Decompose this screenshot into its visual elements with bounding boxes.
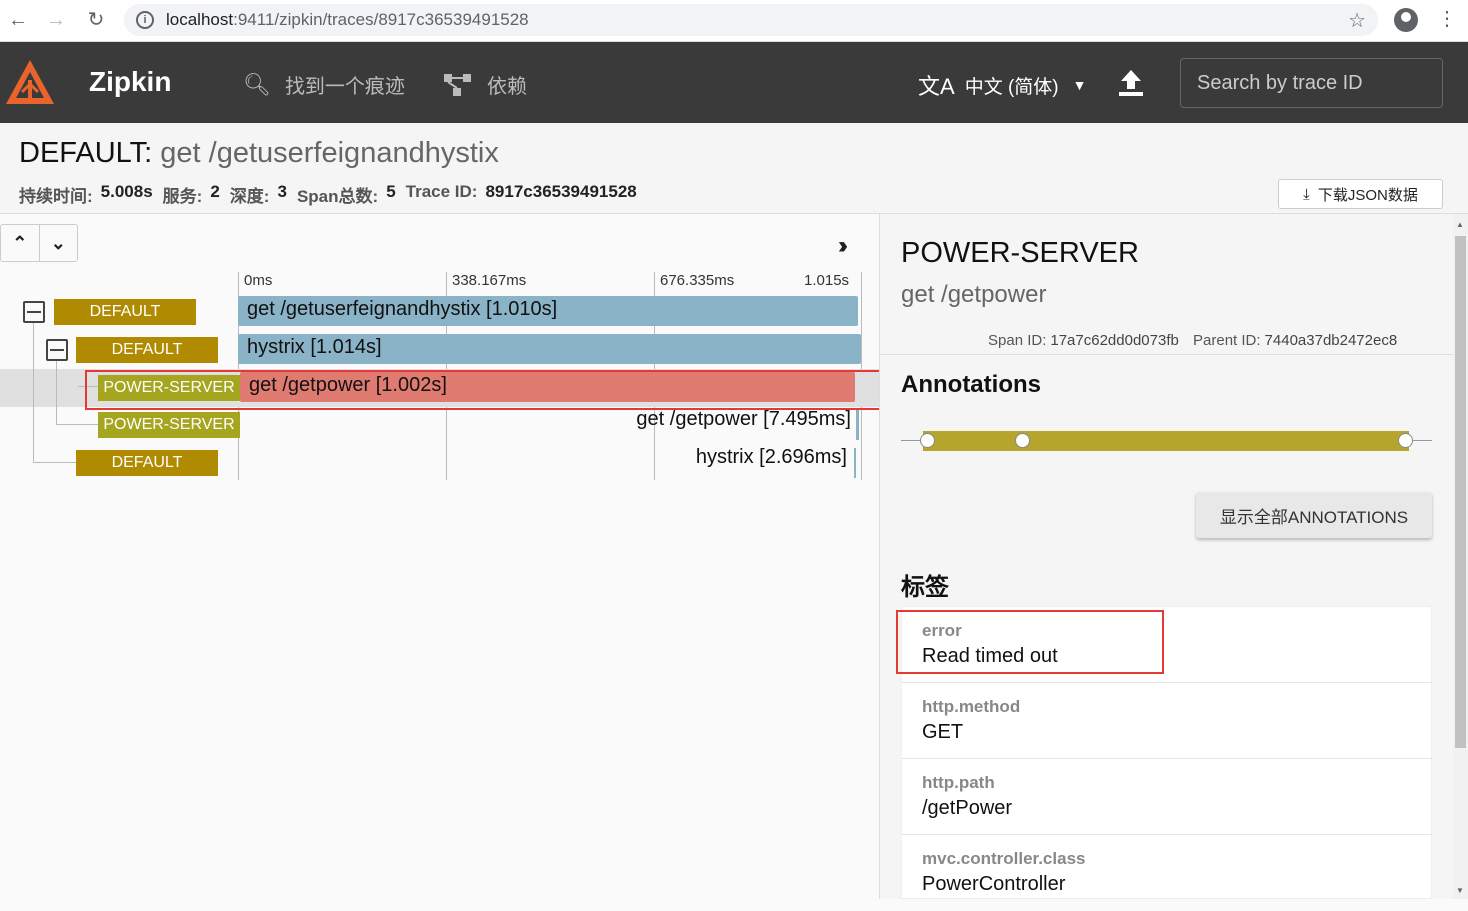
tag-key: mvc.controller.class [922, 849, 1086, 868]
browser-toolbar: ← → ↻ i localhost:9411/zipkin/traces/891… [0, 0, 1468, 42]
tag-key: http.method [922, 697, 1021, 716]
nav-find-trace[interactable]: 🔍︎ 找到一个痕迹 [243, 70, 405, 99]
parent-id-value: 7440a37db2472ec8 [1264, 332, 1398, 349]
depth-label: 深度: [229, 187, 270, 206]
chevron-down-icon[interactable]: ⌄ [40, 225, 78, 261]
tag-row: http.path /getPower [902, 759, 1433, 835]
detail-service-name: POWER-SERVER [901, 237, 1139, 269]
services-value: 2 [210, 182, 220, 201]
reload-icon[interactable]: ↻ [84, 8, 108, 32]
url-text[interactable]: localhost:9411/zipkin/traces/8917c365394… [166, 10, 529, 30]
span-id-label: Span ID: [988, 332, 1047, 349]
trace-id-search-input[interactable] [1180, 58, 1443, 108]
annotation-point[interactable] [1015, 433, 1030, 448]
service-badge[interactable]: DEFAULT [76, 337, 218, 363]
row-nav-buttons: ⌃ ⌄ [0, 224, 78, 262]
scroll-up-icon[interactable]: ▲ [1456, 220, 1464, 229]
detail-scrollbar[interactable]: ▲ ▼ [1453, 214, 1468, 899]
timeline-ticks: 0ms 338.167ms 676.335ms 1.015s [238, 272, 862, 480]
depth-value: 3 [277, 182, 287, 201]
parent-id-label: Parent ID: [1193, 332, 1261, 349]
service-badge[interactable]: POWER-SERVER [98, 412, 240, 438]
tag-value: /getPower [922, 797, 1013, 819]
spans-value: 5 [386, 182, 396, 201]
show-all-annotations-button[interactable]: 显示全部ANNOTATIONS [1196, 492, 1432, 538]
download-icon: ⤓ [1303, 185, 1310, 203]
tree-line [56, 360, 57, 424]
chevron-up-icon[interactable]: ⌃ [1, 225, 40, 261]
span-bar[interactable] [854, 448, 856, 478]
service-badge[interactable]: DEFAULT [54, 299, 196, 325]
highlight-box [85, 370, 886, 410]
annotations-heading: Annotations [901, 371, 1041, 398]
back-icon[interactable]: ← [6, 8, 30, 32]
brand-name[interactable]: Zipkin [89, 66, 171, 98]
tree-line [56, 424, 100, 425]
divider [880, 354, 1453, 355]
scroll-down-icon[interactable]: ▼ [1456, 886, 1464, 895]
duration-value: 5.008s [100, 182, 153, 201]
span-id-value: 17a7c62dd0d073fb [1050, 332, 1179, 349]
annotation-bar [923, 431, 1409, 451]
trace-meta: 持续时间: 5.008s 服务: 2 深度: 3 Span总数: 5 Trace ID:… [19, 182, 647, 207]
info-icon[interactable]: i [136, 11, 154, 29]
bookmark-star-icon[interactable]: ☆ [1348, 8, 1366, 33]
services-label: 服务: [162, 187, 203, 206]
error-tag-highlight [896, 610, 1164, 674]
annotation-point[interactable] [1398, 433, 1413, 448]
detail-span-name: get /getpower [901, 281, 1047, 308]
tag-row: mvc.controller.class PowerController [902, 835, 1433, 911]
span-bar[interactable]: get /getuserfeignandhystix [1.010s] [238, 296, 858, 326]
trace-summary: DEFAULT: get /getuserfeignandhystix 持续时间… [0, 123, 1468, 214]
annotation-point[interactable] [920, 433, 935, 448]
tree-line [33, 462, 77, 463]
address-bar[interactable]: i localhost:9411/zipkin/traces/8917c3653… [124, 4, 1378, 36]
upload-icon[interactable] [1116, 68, 1146, 98]
tags-heading: 标签 [901, 574, 949, 601]
scrollbar-thumb[interactable] [1455, 236, 1466, 748]
trace-id-value: 8917c36539491528 [485, 182, 637, 201]
trace-title: DEFAULT: get /getuserfeignandhystix [19, 137, 499, 170]
trace-root-service: DEFAULT: [19, 137, 153, 169]
dependencies-icon [444, 73, 471, 96]
tag-row: http.method GET [902, 683, 1433, 759]
spans-label: Span总数: [296, 187, 379, 206]
language-label: 中文 (简体) [964, 76, 1059, 98]
download-json-button[interactable]: ⤓ 下载JSON数据 [1278, 179, 1443, 209]
double-chevron-right-icon[interactable]: ›› [838, 232, 848, 260]
zipkin-logo-icon[interactable] [4, 58, 56, 110]
tag-value: PowerController [922, 873, 1066, 895]
span-label[interactable]: get /getpower [7.495ms] [560, 408, 851, 431]
duration-label: 持续时间: [19, 187, 93, 206]
search-icon: 🔍︎ [243, 71, 271, 97]
more-menu-icon[interactable]: ⋮ [1437, 8, 1457, 30]
app-header: Zipkin 🔍︎ 找到一个痕迹 依赖 文A 中文 (简体) ▼ [0, 42, 1468, 123]
detail-ids: Span ID: 17a7c62dd0d073fb Parent ID: 7440a… [988, 332, 1397, 349]
collapse-toggle[interactable] [23, 301, 45, 323]
span-label[interactable]: hystrix [2.696ms] [560, 446, 847, 469]
forward-icon[interactable]: → [44, 8, 68, 32]
span-bar[interactable]: hystrix [1.014s] [238, 334, 861, 364]
translate-icon: 文A [918, 74, 955, 99]
trace-root-span: get /getuserfeignandhystix [152, 137, 499, 169]
nav-dependencies[interactable]: 依赖 [443, 70, 527, 99]
language-selector[interactable]: 文A 中文 (简体) ▼ [918, 69, 1086, 101]
service-badge[interactable]: DEFAULT [76, 450, 218, 476]
tree-line [33, 322, 34, 463]
timeline-pane: ⌃ ⌄ ›› 0ms 338.167ms 676.335ms 1.015s DE… [0, 214, 886, 899]
tag-key: http.path [922, 773, 995, 792]
download-json-label: 下载JSON数据 [1317, 186, 1418, 204]
chevron-down-icon: ▼ [1072, 77, 1087, 93]
span-bar[interactable] [856, 410, 859, 440]
nav-deps-label: 依赖 [487, 76, 527, 98]
tag-value: GET [922, 721, 964, 743]
account-icon[interactable] [1394, 8, 1418, 32]
collapse-toggle[interactable] [46, 339, 68, 361]
nav-find-label: 找到一个痕迹 [284, 76, 405, 98]
trace-id-label: Trace ID: [405, 182, 478, 201]
